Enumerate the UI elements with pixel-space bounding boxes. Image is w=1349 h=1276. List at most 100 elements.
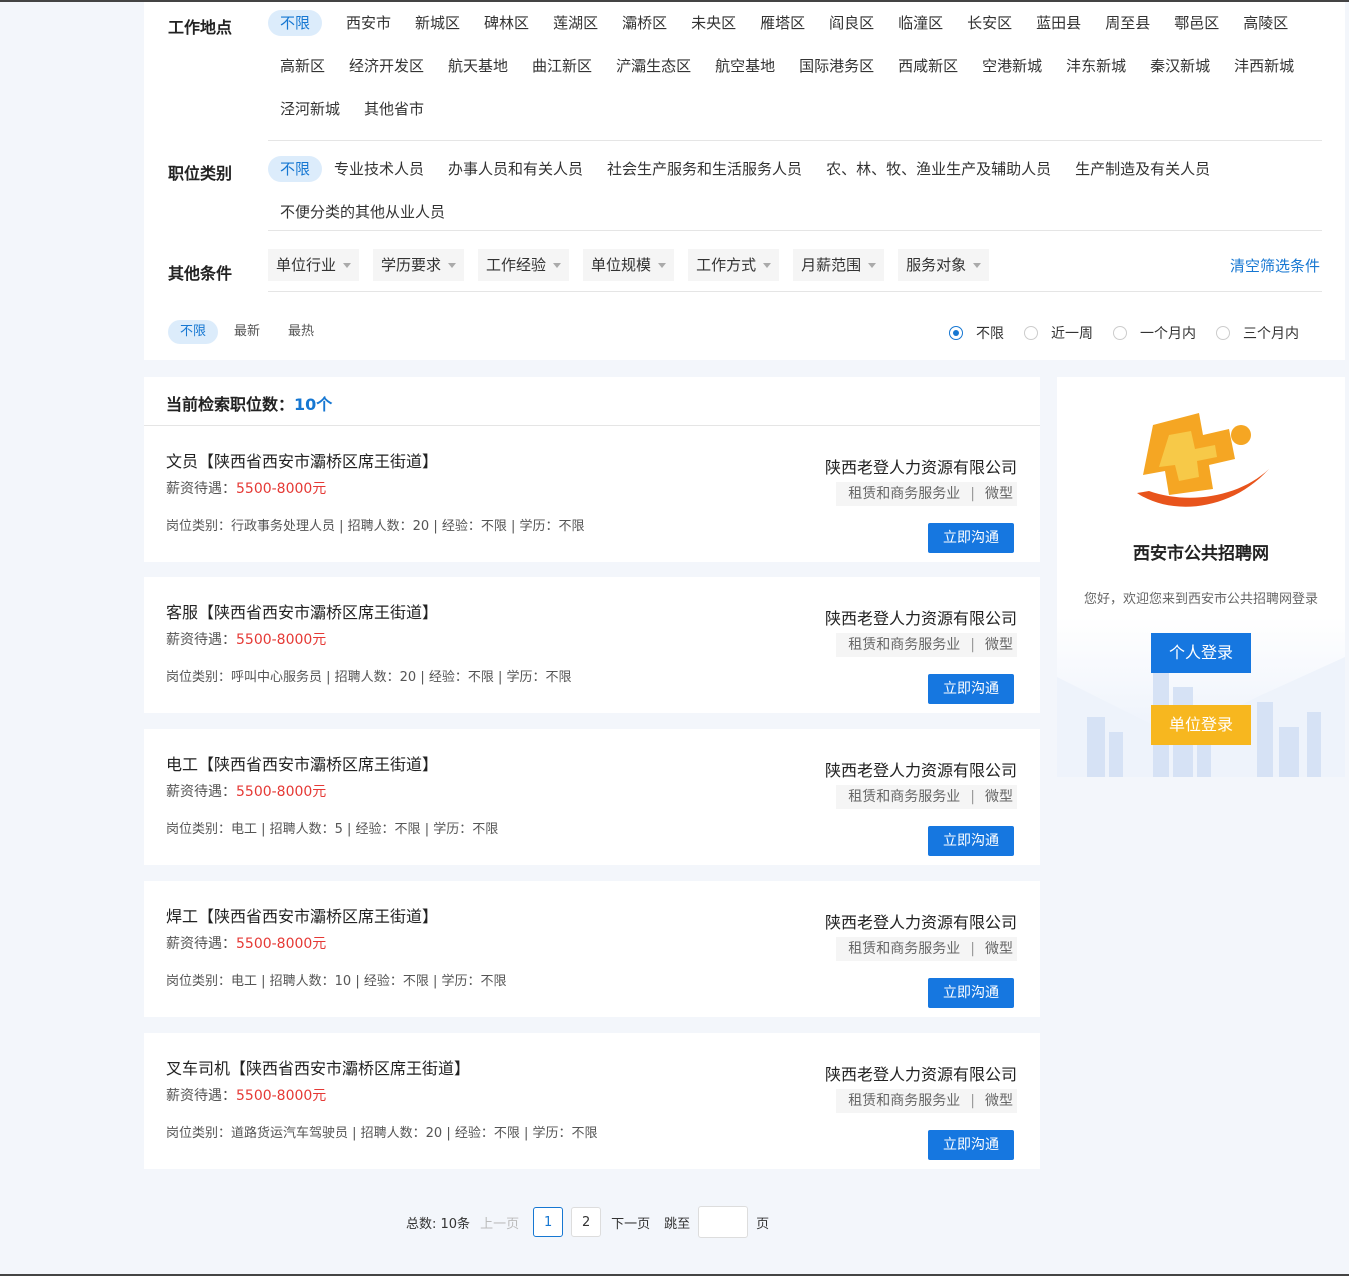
time-range-option[interactable]: 三个月内 [1216,323,1299,343]
sort-option[interactable]: 最新 [222,320,272,344]
caret-down-icon [868,262,877,268]
clear-filters-link[interactable]: 清空筛选条件 [1230,255,1320,276]
filter-divider [268,291,1322,292]
radio-circle[interactable] [1216,326,1230,340]
location-option[interactable]: 曲江新区 [520,53,604,79]
page-2-button[interactable]: 2 [571,1207,602,1237]
company-name-link[interactable]: 陕西老登人力资源有限公司 [825,757,1017,781]
filter-dropdown[interactable]: 服务对象 [898,249,990,281]
filter-dropdown[interactable]: 工作方式 [688,249,780,281]
company-login-button[interactable]: 单位登录 [1151,705,1251,745]
location-option[interactable]: 航空基地 [703,53,787,79]
company-size: 微型 [985,1093,1013,1109]
location-option[interactable]: 蓝田县 [1024,10,1093,36]
sort-option[interactable]: 最热 [276,320,326,344]
chat-now-button[interactable]: 立即沟通 [928,674,1014,704]
caret-down-icon [658,262,667,268]
chat-now-button[interactable]: 立即沟通 [928,1130,1014,1160]
location-option[interactable]: 雁塔区 [748,10,817,36]
job-salary: 薪资待遇：5500-8000元 [166,478,326,498]
tag-separator: | [970,486,975,502]
location-option[interactable]: 航天基地 [436,53,520,79]
location-option[interactable]: 阎良区 [817,10,886,36]
radio-circle[interactable] [949,326,963,340]
category-option[interactable]: 不限 [268,156,323,182]
location-option[interactable]: 空港新城 [970,53,1054,79]
category-option[interactable]: 社会生产服务和生活服务人员 [595,156,814,182]
filter-dropdown[interactable]: 学历要求 [373,249,465,281]
caret-down-icon [763,262,772,268]
job-title-link[interactable]: 文员【陕西省西安市灞桥区席王街道】 [166,448,438,472]
filter-dropdown[interactable]: 月薪范围 [793,249,885,281]
location-option[interactable]: 不限 [268,10,323,36]
category-option[interactable]: 专业技术人员 [322,156,436,182]
location-option[interactable]: 新城区 [403,10,472,36]
location-filter-label: 工作地点 [168,18,233,37]
filter-dropdown[interactable]: 单位行业 [268,249,360,281]
next-page-button[interactable]: 下一页 [611,1213,650,1232]
location-option[interactable]: 泾河新城 [268,96,352,122]
prev-page-button[interactable]: 上一页 [480,1213,519,1232]
location-option[interactable]: 沣西新城 [1222,53,1306,79]
salary-label: 薪资待遇： [166,481,236,497]
location-option[interactable]: 沣东新城 [1054,53,1138,79]
tag-separator: | [970,637,975,653]
location-option[interactable]: 长安区 [955,10,1024,36]
company-name-link[interactable]: 陕西老登人力资源有限公司 [825,605,1017,629]
company-industry: 租赁和商务服务业 [848,789,961,805]
location-option[interactable]: 浐灞生态区 [604,53,703,79]
chat-now-button[interactable]: 立即沟通 [928,826,1014,856]
sort-option[interactable]: 不限 [168,320,219,344]
time-range-option[interactable]: 近一周 [1024,323,1093,343]
category-filter-label: 职位类别 [168,164,233,183]
location-option[interactable]: 经济开发区 [337,53,436,79]
company-name-link[interactable]: 陕西老登人力资源有限公司 [825,909,1017,933]
time-range-option[interactable]: 一个月内 [1113,323,1196,343]
jump-page-input[interactable] [698,1206,749,1238]
location-option[interactable]: 周至县 [1093,10,1162,36]
company-tags: 租赁和商务服务业 | 微型 [836,633,1017,657]
time-range-option[interactable]: 不限 [949,323,1004,343]
category-option[interactable]: 不便分类的其他从业人员 [268,199,457,225]
company-name-link[interactable]: 陕西老登人力资源有限公司 [825,1061,1017,1085]
job-title-link[interactable]: 叉车司机【陕西省西安市灞桥区席王街道】 [166,1055,470,1079]
radio-circle[interactable] [1113,326,1127,340]
chat-now-button[interactable]: 立即沟通 [928,523,1014,553]
location-option[interactable]: 秦汉新城 [1138,53,1222,79]
location-option[interactable]: 国际港务区 [787,53,886,79]
other-filter-label: 其他条件 [168,264,233,283]
category-option[interactable]: 办事人员和有关人员 [436,156,595,182]
chat-now-button[interactable]: 立即沟通 [928,978,1014,1008]
job-title-link[interactable]: 客服【陕西省西安市灞桥区席王街道】 [166,599,438,623]
time-range-label: 一个月内 [1140,326,1196,342]
job-title-link[interactable]: 焊工【陕西省西安市灞桥区席王街道】 [166,903,438,927]
job-salary: 薪资待遇：5500-8000元 [166,781,326,801]
result-count-bar: 当前检索职位数：10个 [144,377,1040,426]
company-tags: 租赁和商务服务业 | 微型 [836,1089,1017,1113]
category-option[interactable]: 生产制造及有关人员 [1063,156,1222,182]
location-option[interactable]: 高新区 [268,53,337,79]
location-option[interactable]: 高陵区 [1231,10,1300,36]
company-name-link[interactable]: 陕西老登人力资源有限公司 [825,454,1017,478]
page-1-button[interactable]: 1 [533,1207,564,1237]
caret-down-icon [343,262,352,268]
filter-dropdown-label: 单位规模 [591,256,652,274]
filter-dropdown[interactable]: 单位规模 [583,249,675,281]
location-option[interactable]: 灞桥区 [610,10,679,36]
job-title-link[interactable]: 电工【陕西省西安市灞桥区席王街道】 [166,751,438,775]
category-option[interactable]: 农、林、牧、渔业生产及辅助人员 [814,156,1063,182]
filter-dropdown[interactable]: 工作经验 [478,249,570,281]
radio-circle[interactable] [1024,326,1038,340]
location-option[interactable]: 莲湖区 [541,10,610,36]
filter-divider [268,140,1322,141]
location-option[interactable]: 碑林区 [472,10,541,36]
location-option[interactable]: 临潼区 [886,10,955,36]
location-option[interactable]: 西安市 [334,10,403,36]
location-option[interactable]: 鄠邑区 [1162,10,1231,36]
location-option[interactable]: 西咸新区 [886,53,970,79]
location-option[interactable]: 其他省市 [352,96,436,122]
job-meta: 岗位类别：呼叫中心服务员 | 招聘人数：20 | 经验：不限 | 学历：不限 [166,670,572,685]
location-option[interactable]: 未央区 [679,10,748,36]
personal-login-button[interactable]: 个人登录 [1151,633,1251,673]
salary-label: 薪资待遇： [166,632,236,648]
